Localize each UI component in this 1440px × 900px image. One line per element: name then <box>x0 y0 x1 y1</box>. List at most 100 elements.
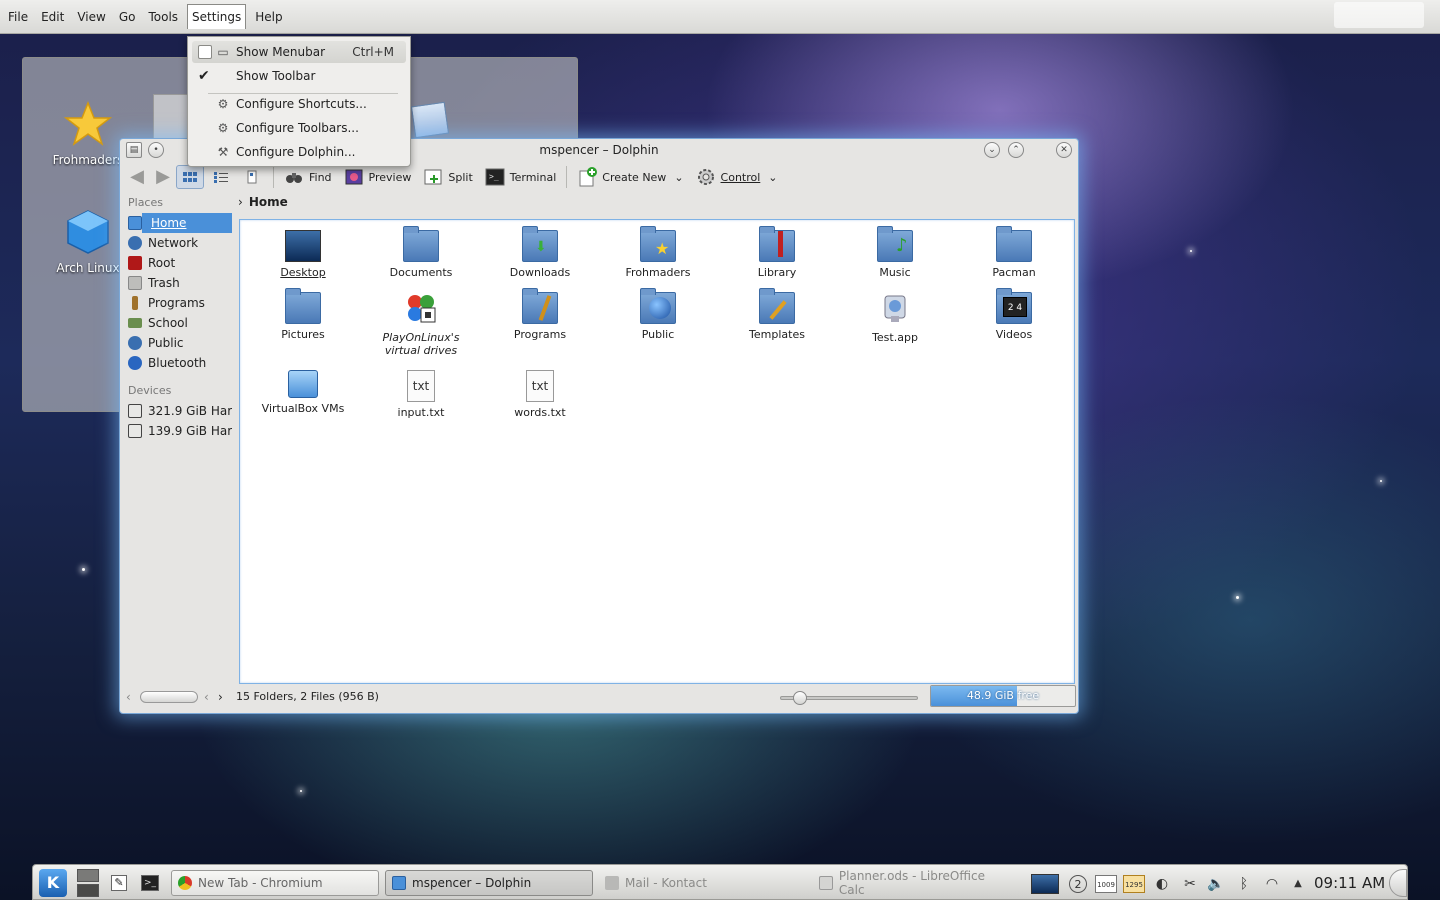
file-item-desktop[interactable]: Desktop <box>248 230 358 279</box>
desktop-icon-frohmaders[interactable]: Frohmaders <box>48 100 128 167</box>
menu-configure-shortcuts[interactable]: ⚙ Configure Shortcuts... <box>192 93 406 115</box>
create-new-button[interactable]: Create New ⌄ <box>571 164 689 190</box>
place-trash[interactable]: Trash <box>124 273 232 293</box>
tray-expand-icon[interactable]: ▲ <box>1289 875 1307 893</box>
back-button[interactable]: ◀ <box>124 164 150 190</box>
places-horizontal-scrollbar[interactable]: ‹ ‹ › <box>126 690 226 704</box>
columns-view-button[interactable] <box>238 165 266 189</box>
menu-view[interactable]: View <box>73 4 109 30</box>
file-item-videos[interactable]: 2 4 Videos <box>959 288 1069 341</box>
downloads-folder-icon: ⬇ <box>522 226 558 262</box>
menu-show-menubar[interactable]: ▭ Show Menubar Ctrl+M <box>192 41 406 63</box>
toolbar-separator <box>273 166 274 188</box>
file-item-virtualbox-vms[interactable]: VirtualBox VMs <box>248 370 358 415</box>
zoom-slider-handle[interactable] <box>793 691 808 705</box>
device-label: 139.9 GiB Hard <box>148 424 232 438</box>
file-item-public[interactable]: Public <box>603 288 713 341</box>
zoom-slider[interactable] <box>780 691 918 705</box>
file-item-music[interactable]: ♪ Music <box>840 226 950 279</box>
menu-item-label: Configure Shortcuts... <box>236 97 367 111</box>
clapperboard-icon: 2 4 <box>1003 297 1027 317</box>
notifications-badge-icon[interactable]: 2 <box>1069 875 1087 893</box>
menu-go[interactable]: Go <box>115 4 140 30</box>
place-public[interactable]: Public <box>124 333 232 353</box>
desktop-icon-arch-linux[interactable]: Arch Linux <box>48 208 128 275</box>
menu-configure-dolphin[interactable]: ⚒ Configure Dolphin... <box>192 141 406 163</box>
volume-icon[interactable]: 🔈 <box>1207 875 1225 893</box>
compass-icon[interactable]: ◐ <box>1153 875 1171 893</box>
task-kontact[interactable]: Mail - Kontact <box>599 870 799 896</box>
maximize-button[interactable]: ⌃ <box>1008 142 1024 158</box>
free-space-indicator[interactable]: 48.9 GiB free <box>930 685 1076 707</box>
file-item-playonlinux[interactable]: PlayOnLinux's virtual drives <box>366 292 476 357</box>
status-summary: 15 Folders, 2 Files (956 B) <box>236 690 379 703</box>
file-item-pictures[interactable]: Pictures <box>248 288 358 341</box>
forward-button[interactable]: ▶ <box>150 164 176 190</box>
terminal-button[interactable]: >_ Terminal <box>479 164 563 190</box>
file-item-downloads[interactable]: ⬇ Downloads <box>485 226 595 279</box>
find-button[interactable]: Find <box>278 164 338 190</box>
place-network[interactable]: Network <box>124 233 232 253</box>
notes-icon[interactable]: ✎ <box>111 875 127 891</box>
preview-button[interactable]: Preview <box>338 164 418 190</box>
checkbox-unchecked[interactable] <box>198 45 212 59</box>
menu-help[interactable]: Help <box>251 4 286 30</box>
file-item-library[interactable]: Library <box>722 226 832 279</box>
menu-file[interactable]: File <box>4 4 32 30</box>
virtual-desktop-2[interactable] <box>77 884 99 897</box>
file-item-programs[interactable]: Programs <box>485 288 595 341</box>
menu-show-toolbar[interactable]: ✔ Show Toolbar <box>192 65 406 87</box>
place-programs[interactable]: Programs <box>124 293 232 313</box>
desktop-preview-icon[interactable] <box>1031 874 1059 894</box>
file-item-pacman[interactable]: Pacman <box>959 226 1069 279</box>
file-label: input.txt <box>397 406 445 419</box>
task-libreoffice-calc[interactable]: Planner.ods - LibreOffice Calc <box>813 869 1013 897</box>
file-item-frohmaders[interactable]: ★ Frohmaders <box>603 226 713 279</box>
star-decoration <box>1236 596 1239 599</box>
star-icon <box>63 100 113 146</box>
mail-count-icon[interactable]: 1009 <box>1095 875 1117 893</box>
place-root[interactable]: Root <box>124 253 232 273</box>
wifi-icon[interactable]: ◠ <box>1263 875 1281 893</box>
device-hard-disk-1[interactable]: 321.9 GiB Hard <box>124 401 232 421</box>
gear-icon <box>697 169 714 185</box>
task-chromium[interactable]: New Tab - Chromium <box>171 870 379 896</box>
scissors-icon[interactable]: ✂ <box>1181 875 1199 893</box>
terminal-launcher-icon[interactable]: >_ <box>141 875 159 891</box>
minimize-button[interactable]: ⌄ <box>984 142 1000 158</box>
file-item-templates[interactable]: Templates <box>722 288 832 341</box>
kde-menu-button[interactable]: K <box>39 869 67 897</box>
scroll-left-icon[interactable]: ‹ <box>204 690 209 704</box>
breadcrumb-current[interactable]: Home <box>249 195 288 209</box>
place-home[interactable]: Home <box>124 213 232 233</box>
file-label: Public <box>641 328 675 341</box>
mail-count-alt-icon[interactable]: 1295 <box>1123 875 1145 893</box>
file-item-documents[interactable]: Documents <box>366 226 476 279</box>
file-view[interactable]: Desktop Documents ⬇ Downloads ★ Frohmade… <box>239 219 1075 684</box>
place-bluetooth[interactable]: Bluetooth <box>124 353 232 373</box>
menu-settings[interactable]: Settings <box>187 4 247 29</box>
control-button[interactable]: Control ⌄ <box>690 164 784 190</box>
close-button[interactable]: ✕ <box>1056 142 1072 158</box>
scroll-thumb[interactable] <box>140 691 198 703</box>
bluetooth-icon <box>128 356 142 370</box>
bluetooth-icon[interactable]: ᛒ <box>1235 875 1253 893</box>
clock[interactable]: 09:11 AM <box>1314 874 1385 892</box>
file-item-test-app[interactable]: Test.app <box>840 292 950 344</box>
breadcrumb[interactable]: › Home <box>238 195 288 209</box>
panel-toolbox-icon[interactable] <box>1389 869 1407 897</box>
file-item-words-txt[interactable]: txt words.txt <box>485 370 595 419</box>
menu-tools[interactable]: Tools <box>144 4 182 30</box>
virtual-desktop-1[interactable] <box>77 869 99 882</box>
icons-view-button[interactable] <box>176 165 204 189</box>
menu-edit[interactable]: Edit <box>37 4 68 30</box>
file-item-input-txt[interactable]: txt input.txt <box>366 370 476 419</box>
device-hard-disk-2[interactable]: 139.9 GiB Hard <box>124 421 232 441</box>
task-dolphin[interactable]: mspencer – Dolphin <box>385 870 593 896</box>
scroll-left-icon[interactable]: ‹ <box>126 690 131 704</box>
split-button[interactable]: Split <box>417 164 478 190</box>
place-school[interactable]: School <box>124 313 232 333</box>
menu-configure-toolbars[interactable]: ⚙ Configure Toolbars... <box>192 117 406 139</box>
scroll-right-icon[interactable]: › <box>218 690 223 704</box>
details-view-button[interactable] <box>207 165 235 189</box>
